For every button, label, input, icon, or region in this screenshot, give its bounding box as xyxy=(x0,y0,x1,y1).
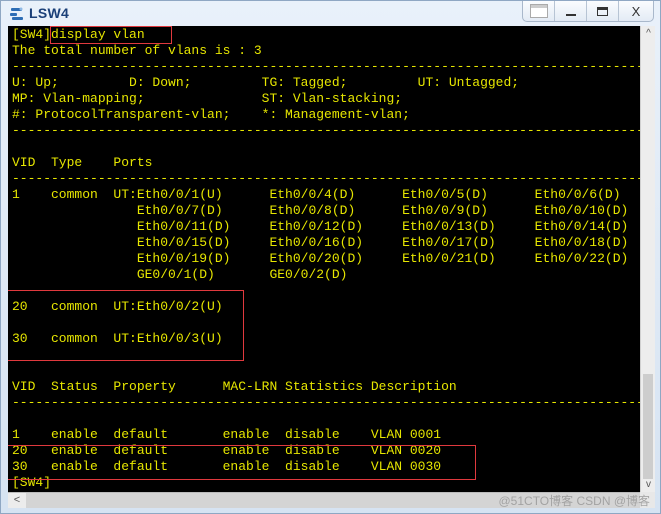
title-bar[interactable]: LSW4 X xyxy=(1,1,660,26)
minimize-icon xyxy=(565,14,576,16)
command-text: display vlan xyxy=(51,27,145,42)
separator: ----------------------------------------… xyxy=(12,395,640,410)
window-title: LSW4 xyxy=(29,5,70,21)
status-row: 1 enable default enable disable VLAN 000… xyxy=(12,427,442,442)
layout-button[interactable] xyxy=(523,1,555,21)
scroll-up-icon[interactable]: ^ xyxy=(641,28,656,39)
scroll-down-icon[interactable]: v xyxy=(641,479,656,490)
terminal-output[interactable]: [SW4]display vlan The total number of vl… xyxy=(8,26,640,492)
separator: ----------------------------------------… xyxy=(12,171,640,186)
maximize-icon xyxy=(597,6,608,16)
ports-table-header: VID Type Ports xyxy=(12,155,153,170)
ports-row: Eth0/0/11(D) Eth0/0/12(D) Eth0/0/13(D) E… xyxy=(12,219,629,234)
vertical-scroll-thumb[interactable] xyxy=(643,374,653,479)
minimize-button[interactable] xyxy=(555,1,587,21)
terminal-window: LSW4 X [SW4]display vlan The total numbe… xyxy=(0,0,661,514)
status-row: 20 enable default enable disable VLAN 00… xyxy=(12,443,442,458)
window-controls: X xyxy=(522,1,654,22)
ports-row-vlan30: 30 common UT:Eth0/0/3(U) xyxy=(12,331,223,346)
scroll-left-icon[interactable]: < xyxy=(8,493,26,508)
ports-row: Eth0/0/19(D) Eth0/0/20(D) Eth0/0/21(D) E… xyxy=(12,251,629,266)
vlan-count-summary: The total number of vlans is : 3 xyxy=(12,43,262,58)
ports-row: 1 common UT:Eth0/0/1(U) Eth0/0/4(D) Eth0… xyxy=(12,187,621,202)
legend-line: MP: Vlan-mapping; ST: Vlan-stacking; xyxy=(12,91,403,106)
status-row: 30 enable default enable disable VLAN 00… xyxy=(12,459,442,474)
legend-line: U: Up; D: Down; TG: Tagged; UT: Untagged… xyxy=(12,75,520,90)
status-table-header: VID Status Property MAC-LRN Statistics D… xyxy=(12,379,457,394)
maximize-button[interactable] xyxy=(587,1,619,21)
vertical-scrollbar[interactable]: ^ v xyxy=(640,26,655,492)
legend-line: #: ProtocolTransparent-vlan; *: Manageme… xyxy=(12,107,410,122)
ports-row: Eth0/0/7(D) Eth0/0/8(D) Eth0/0/9(D) Eth0… xyxy=(12,203,629,218)
close-button[interactable]: X xyxy=(619,1,653,21)
separator: ----------------------------------------… xyxy=(12,59,640,74)
ports-row-vlan20: 20 common UT:Eth0/0/2(U) xyxy=(12,299,223,314)
prompt: [SW4] xyxy=(12,27,52,42)
ports-row: GE0/0/1(D) GE0/0/2(D) xyxy=(12,267,348,282)
separator: ----------------------------------------… xyxy=(12,123,640,138)
command-line: [SW4]display vlan xyxy=(12,27,145,43)
ports-row: Eth0/0/15(D) Eth0/0/16(D) Eth0/0/17(D) E… xyxy=(12,235,629,250)
final-prompt: [SW4] xyxy=(12,475,52,490)
close-icon: X xyxy=(631,3,641,19)
switch-app-icon xyxy=(10,7,23,20)
layout-icon xyxy=(529,4,548,18)
watermark: @51CTO博客 CSDN @博客 xyxy=(498,494,651,508)
